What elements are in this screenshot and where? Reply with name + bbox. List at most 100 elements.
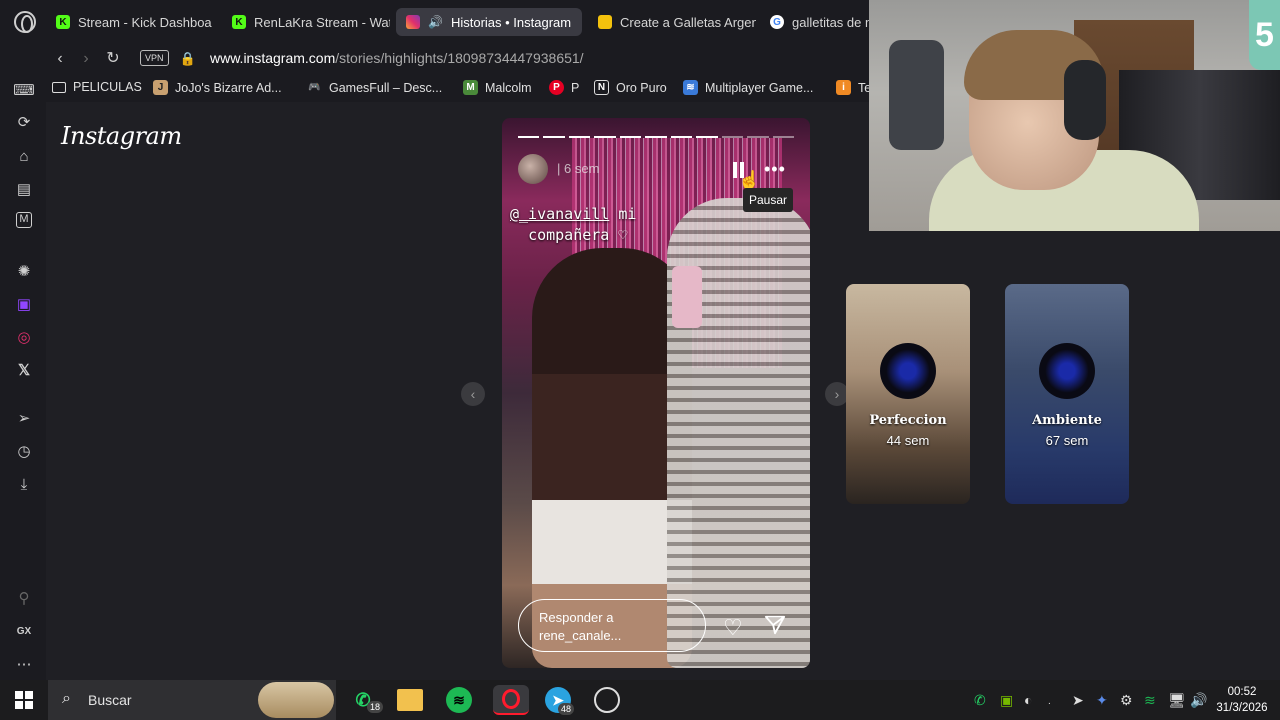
taskbar-clock[interactable]: 00:52 31/3/2026 [1212, 684, 1272, 716]
spotify-icon[interactable]: ≋ [446, 687, 472, 713]
google-icon: G [770, 15, 784, 29]
bookmark-label: P [571, 80, 580, 95]
reload-icon[interactable]: ↻ [102, 48, 124, 70]
tab-label: Historias • Instagram [450, 14, 572, 30]
search-input[interactable]: Buscar [88, 692, 132, 708]
bookmark-gamesfull[interactable]: 🎮 GamesFull – Desc... [307, 80, 442, 95]
highlight-card-ambiente[interactable]: Ambiente 67 sem [1005, 284, 1129, 504]
more-options-icon[interactable]: ••• [764, 159, 786, 180]
mention-handle[interactable]: @_ivanavill [510, 205, 609, 223]
webcam-background [889, 40, 944, 150]
bookmark-label: GamesFull – Desc... [329, 80, 443, 95]
url-field[interactable]: www.instagram.com/stories/highlights/180… [210, 50, 584, 66]
send-icon[interactable]: ➢ [13, 408, 35, 430]
x-icon[interactable]: 𝕏 [13, 360, 35, 382]
progress-segment [747, 136, 769, 138]
telegram-badge: 48 [558, 703, 575, 715]
nvidia-tray-icon[interactable]: ▣ [1000, 692, 1013, 709]
bookmark-label: Malcolm [485, 80, 532, 95]
avatar[interactable] [518, 154, 548, 184]
download-icon[interactable]: ⤓ [13, 474, 35, 496]
jojo-icon: J [153, 80, 168, 95]
progress-segment [619, 136, 642, 138]
gamepad-icon[interactable]: ⌨ [13, 80, 35, 102]
reply-input[interactable]: Responder a rene_canale... [518, 599, 706, 652]
tab-create-galletas[interactable]: Create a Galletas Argen [588, 8, 756, 36]
tab-kick-stream[interactable]: K RenLaKra Stream - Wat [222, 8, 390, 36]
bookmark-multiplayer[interactable]: ≋ Multiplayer Game... [683, 80, 813, 95]
sticker-text: mi [618, 205, 637, 223]
instagram-icon[interactable]: ◎ [13, 327, 35, 349]
steam-tray-icon[interactable]: ◐ [1024, 692, 1032, 708]
highlight-age: 67 sem [1045, 433, 1089, 448]
speaker-icon[interactable]: 🔊 [428, 15, 443, 29]
windows-start-icon[interactable] [15, 691, 33, 709]
back-icon[interactable]: ‹ [49, 48, 71, 70]
pin-icon[interactable]: ⚲ [13, 588, 35, 610]
n-icon: N [594, 80, 609, 95]
more-icon[interactable]: ⋯ [13, 654, 35, 676]
refresh-icon[interactable]: ⟳ [13, 112, 35, 134]
spotify-tray-icon[interactable]: ≋ [1144, 692, 1156, 709]
volume-icon[interactable]: 🔊 [1190, 692, 1207, 709]
gx-icon[interactable]: GX [13, 621, 35, 643]
highlight-title: Ambiente [1032, 413, 1102, 428]
instagram-logo[interactable]: Instagram [61, 122, 182, 150]
heart-icon[interactable]: ♡ [723, 615, 743, 641]
opera-icon [502, 689, 520, 709]
telegram-tray-icon[interactable]: ➤ [1072, 692, 1084, 709]
pause-tooltip: Pausar [743, 188, 794, 212]
vpn-badge[interactable]: VPN [140, 50, 169, 66]
forward-icon[interactable]: › [75, 48, 97, 70]
taskbar-search[interactable]: ⌕ Buscar [48, 680, 336, 720]
home-icon[interactable]: ⌂ [13, 146, 35, 168]
chatgpt-icon[interactable]: ✺ [13, 261, 35, 283]
bookmark-label: Multiplayer Game... [705, 80, 814, 95]
pinterest-icon: P [549, 80, 564, 95]
te-icon: i [836, 80, 851, 95]
bookmark-malcolm[interactable]: M Malcolm [463, 80, 532, 95]
search-highlight-image [258, 682, 334, 718]
obs-icon[interactable] [594, 687, 620, 713]
tab-kick-dashboard[interactable]: K Stream - Kick Dashboa [46, 8, 214, 36]
history-icon[interactable]: ◷ [13, 441, 35, 463]
bookmark-oro-puro[interactable]: N Oro Puro [594, 80, 667, 95]
bookmark-peliculas[interactable]: PELICULAS [52, 80, 142, 94]
highlight-cover-icon [1039, 343, 1095, 399]
multiplayer-icon: ≋ [683, 80, 698, 95]
previous-story-button[interactable]: ‹ [461, 382, 485, 406]
kick-icon: K [232, 15, 246, 29]
bookmark-label: Oro Puro [616, 80, 667, 95]
bookmark-jojo[interactable]: J JoJo's Bizarre Ad... [153, 80, 282, 95]
progress-segment [670, 136, 693, 138]
progress-segment [543, 136, 565, 138]
send-icon[interactable] [764, 614, 786, 636]
file-explorer-icon[interactable] [397, 689, 423, 711]
m-icon[interactable]: M [16, 212, 32, 228]
story-time-label: 6 sem [564, 161, 600, 176]
settings-tray-icon[interactable]: ⚙ [1120, 692, 1133, 709]
bookmark-te[interactable]: i Te [836, 80, 871, 95]
tab-google-search[interactable]: G galletitas de m [760, 8, 870, 36]
tab-instagram-stories[interactable]: 🔊 Historias • Instagram [396, 8, 582, 36]
webcam-overlay: 5 [869, 0, 1280, 231]
highlight-card-perfeccion[interactable]: Perfeccion 44 sem [846, 284, 970, 504]
highlight-cover-icon [880, 343, 936, 399]
opera-gx-taskbar-icon[interactable] [493, 685, 529, 715]
film-icon[interactable]: ▤ [13, 179, 35, 201]
progress-segment [518, 136, 540, 138]
opera-sidebar: ⌨ ⟳ ⌂ ▤ M ✺ ▣ ◎ 𝕏 ➢ ◷ ⤓ ⚲ GX ⋯ [0, 76, 46, 680]
network-icon[interactable]: 🖥 [1168, 692, 1186, 709]
story-viewer[interactable]: | 6 sem ••• ☝ Pausar @_ivanavill mi comp… [502, 118, 810, 668]
headset-icon [1064, 60, 1106, 140]
whatsapp-tray-icon[interactable]: ✆ [974, 692, 986, 709]
twitch-icon[interactable]: ▣ [13, 294, 35, 316]
app-tray-icon[interactable]: ✦ [1096, 692, 1108, 709]
bookmark-pinterest[interactable]: P P [549, 80, 579, 95]
tray-dot-icon[interactable]: . [1048, 696, 1051, 707]
story-time: | 6 sem [557, 161, 600, 176]
lock-icon[interactable]: 🔒 [177, 48, 199, 70]
opera-logo-icon[interactable] [14, 11, 36, 33]
mention-sticker[interactable]: @_ivanavill mi compañera ♡ [510, 204, 636, 246]
progress-segment [772, 136, 794, 138]
